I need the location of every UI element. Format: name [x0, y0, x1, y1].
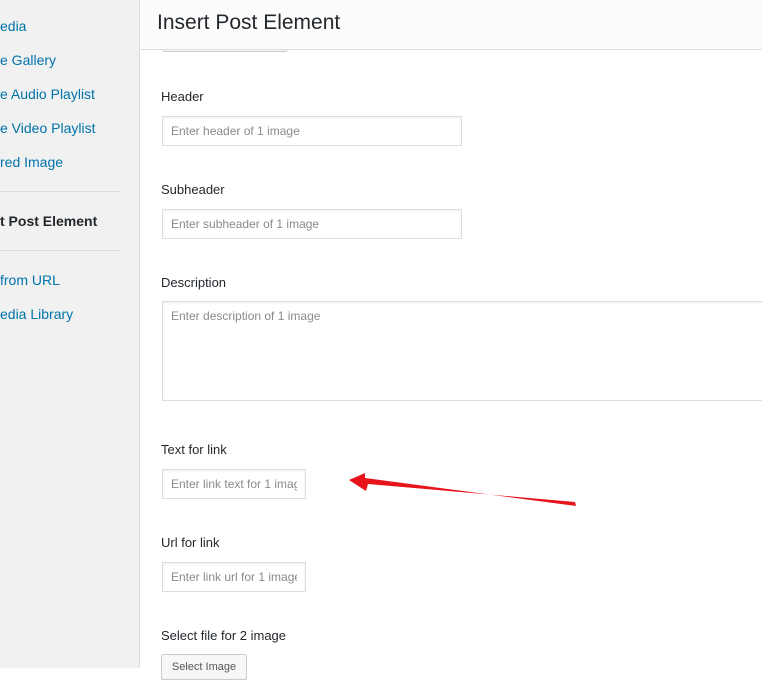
sidebar-item-create-video-playlist[interactable]: e Video Playlist — [0, 118, 95, 138]
select-image-button[interactable]: Select Image — [161, 654, 247, 680]
select-file-label: Select file for 2 image — [161, 628, 287, 643]
sidebar-item-insert-from-url[interactable]: from URL — [0, 270, 60, 290]
sidebar-item-insert-post-element[interactable]: t Post Element — [0, 211, 97, 231]
sidebar-item-featured-image[interactable]: red Image — [0, 152, 63, 172]
subheader-input[interactable] — [162, 209, 462, 239]
media-sidebar: edia e Gallery e Audio Playlist e Video … — [0, 0, 140, 668]
link-url-label: Url for link — [161, 535, 220, 550]
description-label: Description — [161, 275, 227, 290]
subheader-label: Subheader — [161, 182, 225, 197]
sidebar-item-media-library[interactable]: edia Library — [0, 304, 73, 324]
header-input[interactable] — [162, 116, 462, 146]
page-title: Insert Post Element — [157, 11, 341, 34]
link-url-input[interactable] — [162, 562, 306, 592]
description-textarea[interactable] — [162, 301, 762, 401]
sidebar-divider — [0, 250, 120, 251]
sidebar-divider — [0, 191, 120, 192]
sidebar-item-insert-media[interactable]: edia — [0, 16, 26, 36]
sidebar-item-create-audio-playlist[interactable]: e Audio Playlist — [0, 84, 95, 104]
link-text-input[interactable] — [162, 469, 306, 499]
link-text-label: Text for link — [161, 442, 227, 457]
modal-header: Insert Post Element — [141, 0, 762, 50]
arrow-shape — [349, 473, 576, 506]
sidebar-item-create-gallery[interactable]: e Gallery — [0, 50, 56, 70]
header-label: Header — [161, 89, 204, 104]
